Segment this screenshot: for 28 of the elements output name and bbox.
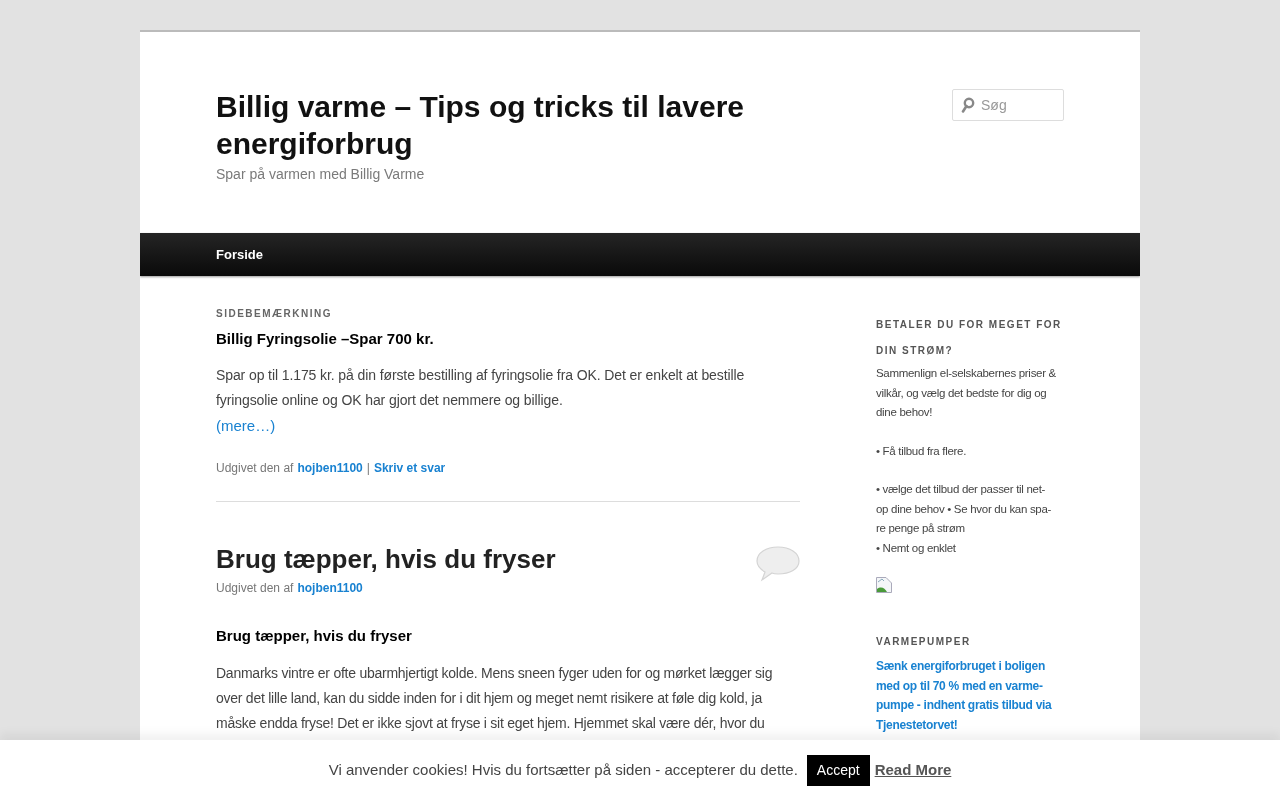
widget-text: Sammenlign el-selskabernes priser & vilkår, og vælg det bedste for dig og dine behov! [876,366,1057,420]
cookie-message: Vi anvender cookies! Hvis du fortsætter på siden - accepterer du dette. [328,759,798,780]
author-link[interactable]: hojben1100 [297,578,363,597]
post-meta: Udgivet den af [216,579,294,597]
widget-text: • Få tilbud fra flere. [876,443,968,459]
reply-link[interactable]: Skriv et svar [373,458,446,477]
post-paragraph: Danmarks vintre er ofte ubarmhjertigt kolde. Mens sneen fyger uden for og mørket lægger sig over det lille land, kan du sidde inden for i dit hjem og meget nemt risikere at føle dig kold, ja måske endda fryse! Det er ikke sjovt at fryse i sit eget hjem. Hjemmet skal være dér, hvor du [216,664,774,733]
widget-title: VARMEPUMPER [876,635,972,649]
search-field[interactable]: Søg [952,89,1064,121]
site-tagline: Spar på varmen med Billig Varme [216,165,426,184]
meta-separator: | [366,459,370,477]
comment-bubble-icon[interactable] [756,545,800,582]
author-link[interactable]: hojben1100 [297,458,363,477]
post-heading: Billig Fyringsolie –Spar 700 kr. [216,329,435,349]
widget-link[interactable]: Sænk energiforbruget i boligen med op til 70 % med en varme- pumpe - indhent gratis tilbud via Tjenestetorvet! [876,657,1064,735]
accept-button[interactable]: Accept [806,754,870,786]
nav-link[interactable]: Forside [206,233,273,276]
post-label: SIDEBEMÆRKNING [216,307,333,321]
widget-title: BETALER DU FOR MEGET FOR DIN STRØM? [876,318,1063,358]
post-title[interactable]: Brug tæpper, hvis du fryser [216,541,556,576]
widget-text: • vælge det tilbud der passer til net- op dine behov • Se hvor du kan spa- re penge på strøm • Nemt og enklet [876,482,1053,556]
site-title[interactable]: Billig varme – Tips og tricks til lavere energiforbrug [216,88,776,162]
read-more-link[interactable]: Read More [874,758,952,782]
post-heading: Brug tæpper, hvis du fryser [216,625,413,646]
more-link[interactable]: (mere…) [216,412,800,438]
post-meta: Udgivet den af [216,459,294,477]
search-icon [961,97,975,113]
post-paragraph: Spar op til 1.175 kr. på din første bestilling af fyringsolie fra OK. Det er enkelt at bestille fyringsolie online og OK har gjort det nemmere og billige. [216,365,746,410]
